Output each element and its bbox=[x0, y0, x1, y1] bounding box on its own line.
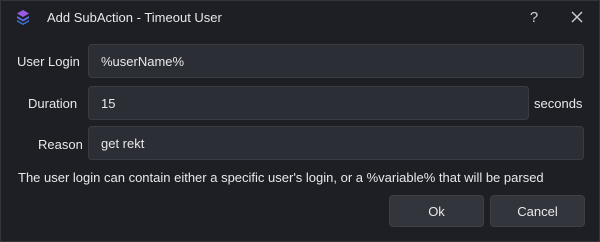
duration-input[interactable] bbox=[88, 86, 529, 120]
app-logo-icon bbox=[16, 9, 30, 26]
help-button[interactable]: ? bbox=[519, 5, 549, 29]
dialog-window: Add SubAction - Timeout User ? User Logi… bbox=[0, 0, 600, 242]
user-login-input[interactable] bbox=[88, 44, 584, 78]
reason-label: Reason bbox=[38, 137, 83, 152]
user-login-label: User Login bbox=[17, 54, 80, 69]
cancel-button[interactable]: Cancel bbox=[490, 195, 585, 227]
help-icon: ? bbox=[529, 8, 539, 26]
hint-text: The user login can contain either a spec… bbox=[18, 170, 544, 185]
duration-unit-label: seconds bbox=[534, 96, 583, 111]
duration-label: Duration bbox=[28, 96, 78, 111]
title-bar[interactable]: Add SubAction - Timeout User ? bbox=[1, 1, 599, 34]
close-icon bbox=[571, 11, 583, 23]
ok-button[interactable]: Ok bbox=[389, 195, 484, 227]
reason-input[interactable] bbox=[88, 126, 584, 160]
close-button[interactable] bbox=[562, 5, 592, 29]
window-title: Add SubAction - Timeout User bbox=[47, 10, 222, 25]
